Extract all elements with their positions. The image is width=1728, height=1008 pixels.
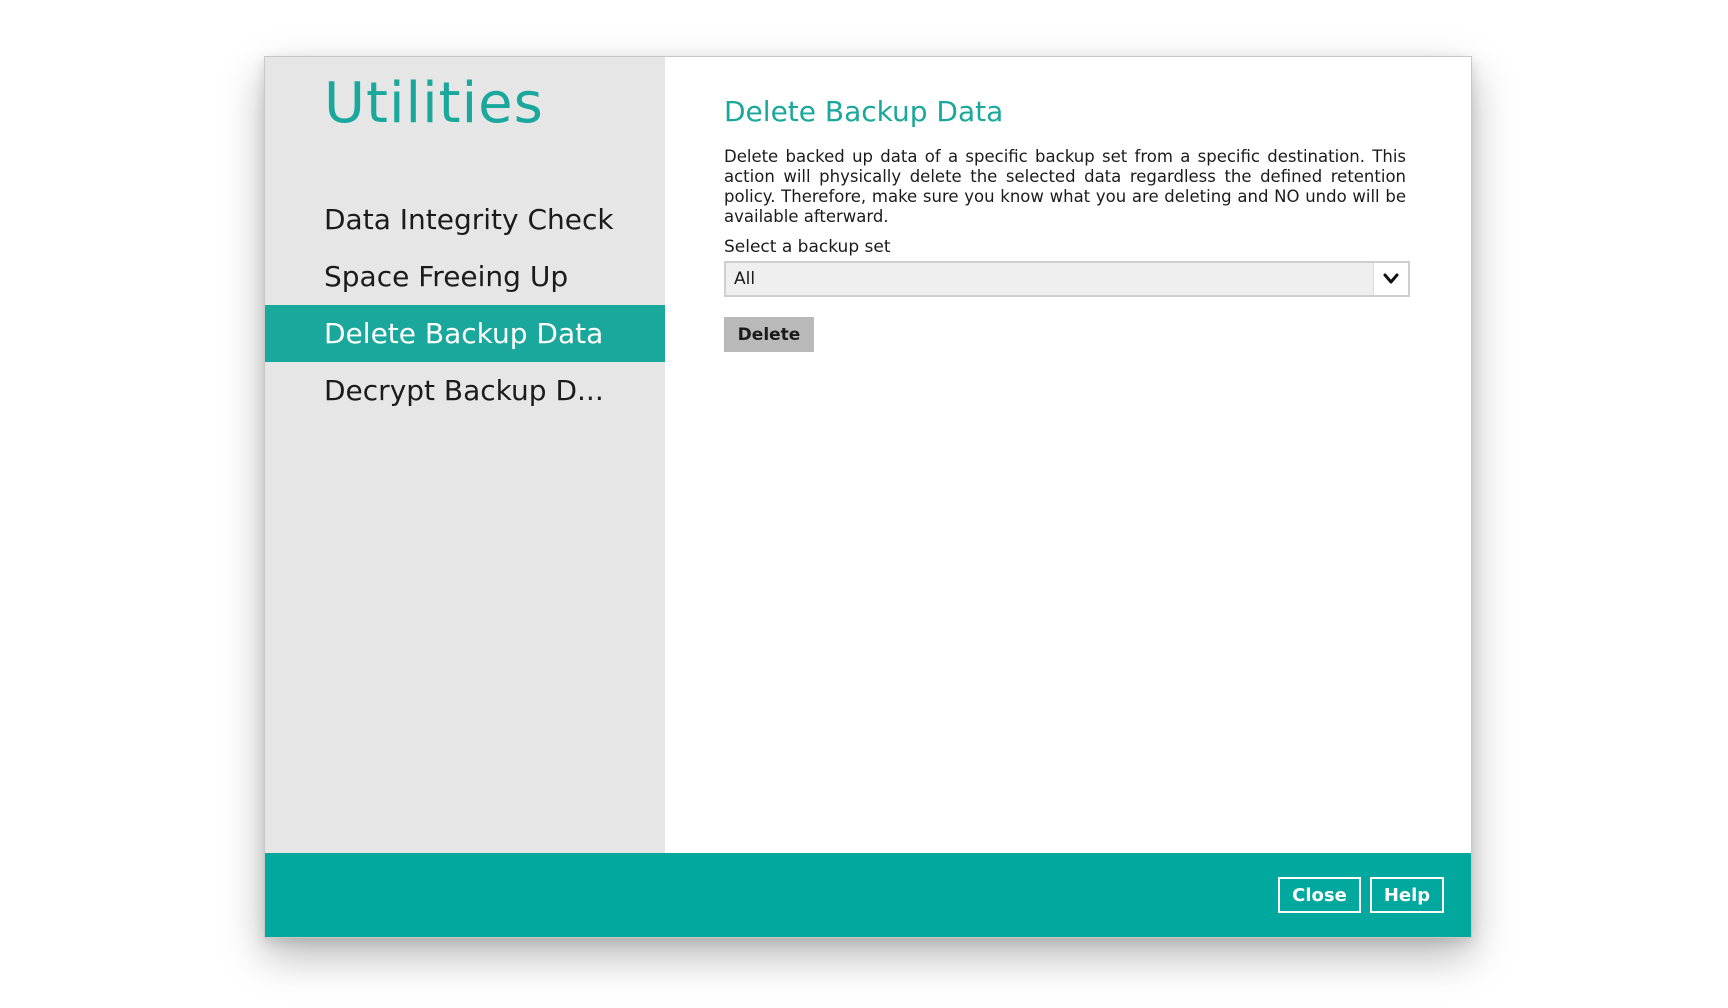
main-content: Delete Backup Data Delete backed up data… [665, 57, 1471, 853]
backup-set-selected-value: All [734, 269, 756, 289]
page-description: Delete backed up data of a specific back… [724, 147, 1406, 226]
sidebar-item-space-freeing-up[interactable]: Space Freeing Up [265, 248, 665, 305]
sidebar-item-decrypt-backup-data[interactable]: Decrypt Backup D... [265, 362, 665, 419]
close-button[interactable]: Close [1278, 877, 1361, 913]
sidebar-item-data-integrity-check[interactable]: Data Integrity Check [265, 191, 665, 248]
backup-set-label: Select a backup set [724, 237, 891, 257]
chevron-down-icon [1383, 273, 1399, 284]
utilities-window: Utilities Data Integrity Check Space Fre… [264, 56, 1472, 938]
select-arrow-button[interactable] [1373, 263, 1408, 295]
footer-bar: Close Help [265, 853, 1471, 937]
sidebar-item-delete-backup-data[interactable]: Delete Backup Data [265, 305, 665, 362]
backup-set-select[interactable]: All [724, 261, 1410, 297]
help-button[interactable]: Help [1370, 877, 1444, 913]
page-title: Delete Backup Data [724, 95, 1004, 128]
sidebar: Utilities Data Integrity Check Space Fre… [265, 57, 665, 853]
sidebar-title: Utilities [324, 71, 544, 136]
delete-button[interactable]: Delete [724, 317, 814, 352]
sidebar-nav: Data Integrity Check Space Freeing Up De… [265, 191, 665, 419]
